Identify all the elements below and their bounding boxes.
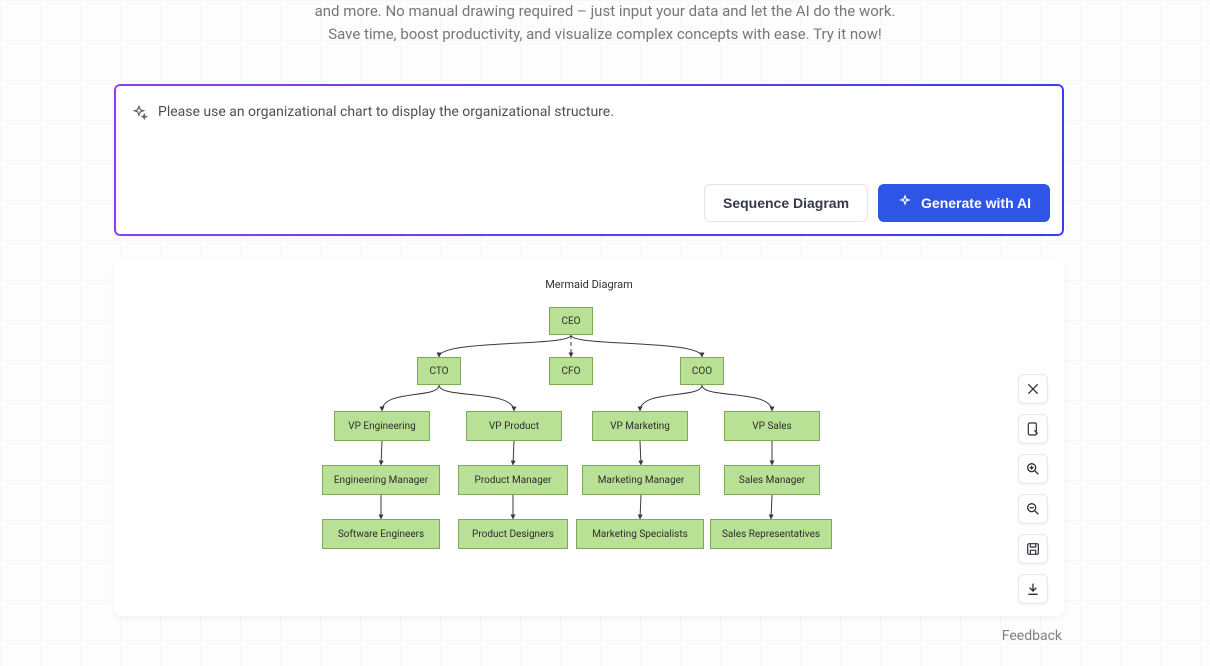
save-button[interactable] bbox=[1018, 534, 1048, 564]
zoom-in-button[interactable] bbox=[1018, 454, 1048, 484]
prompt-card: Please use an organizational chart to di… bbox=[114, 84, 1064, 236]
org-node-se: Software Engineers bbox=[322, 519, 440, 549]
edit-icon bbox=[1025, 421, 1041, 437]
close-button[interactable] bbox=[1018, 374, 1048, 404]
org-node-vpm: VP Marketing bbox=[592, 411, 688, 441]
edit-button[interactable] bbox=[1018, 414, 1048, 444]
org-node-ms: Marketing Specialists bbox=[576, 519, 704, 549]
org-node-vps: VP Sales bbox=[724, 411, 820, 441]
org-node-vpp: VP Product bbox=[466, 411, 562, 441]
org-node-mm: Marketing Manager bbox=[582, 465, 700, 495]
zoom-out-button[interactable] bbox=[1018, 494, 1048, 524]
org-node-pm: Product Manager bbox=[458, 465, 568, 495]
intro-line-1: and more. No manual drawing required – j… bbox=[0, 0, 1210, 23]
org-node-cfo: CFO bbox=[549, 357, 593, 385]
zoom-out-icon bbox=[1025, 501, 1041, 517]
diagram-title: Mermaid Diagram bbox=[114, 278, 1064, 291]
prompt-text[interactable]: Please use an organizational chart to di… bbox=[158, 104, 614, 120]
org-node-coo: COO bbox=[680, 357, 724, 385]
download-button[interactable] bbox=[1018, 574, 1048, 604]
org-node-cto: CTO bbox=[417, 357, 461, 385]
intro-text: and more. No manual drawing required – j… bbox=[0, 0, 1210, 47]
intro-line-2: Save time, boost productivity, and visua… bbox=[0, 23, 1210, 46]
org-node-pd: Product Designers bbox=[458, 519, 568, 549]
org-node-ceo: CEO bbox=[549, 307, 593, 335]
sparkle-icon bbox=[130, 104, 148, 126]
generate-with-ai-button[interactable]: Generate with AI bbox=[878, 184, 1050, 222]
org-node-vpe: VP Engineering bbox=[334, 411, 430, 441]
diagram-card: Mermaid Diagram CEO CTO CFO COO VP Engineeri… bbox=[114, 260, 1064, 616]
org-node-sm: Sales Manager bbox=[724, 465, 820, 495]
sequence-diagram-button[interactable]: Sequence Diagram bbox=[704, 184, 868, 222]
download-icon bbox=[1025, 581, 1041, 597]
save-icon bbox=[1025, 541, 1041, 557]
org-node-eng: Engineering Manager bbox=[322, 465, 440, 495]
org-node-sr: Sales Representatives bbox=[710, 519, 832, 549]
sparkle-icon bbox=[897, 194, 913, 213]
zoom-in-icon bbox=[1025, 461, 1041, 477]
feedback-link[interactable]: Feedback bbox=[1002, 628, 1062, 644]
close-icon bbox=[1025, 381, 1041, 397]
